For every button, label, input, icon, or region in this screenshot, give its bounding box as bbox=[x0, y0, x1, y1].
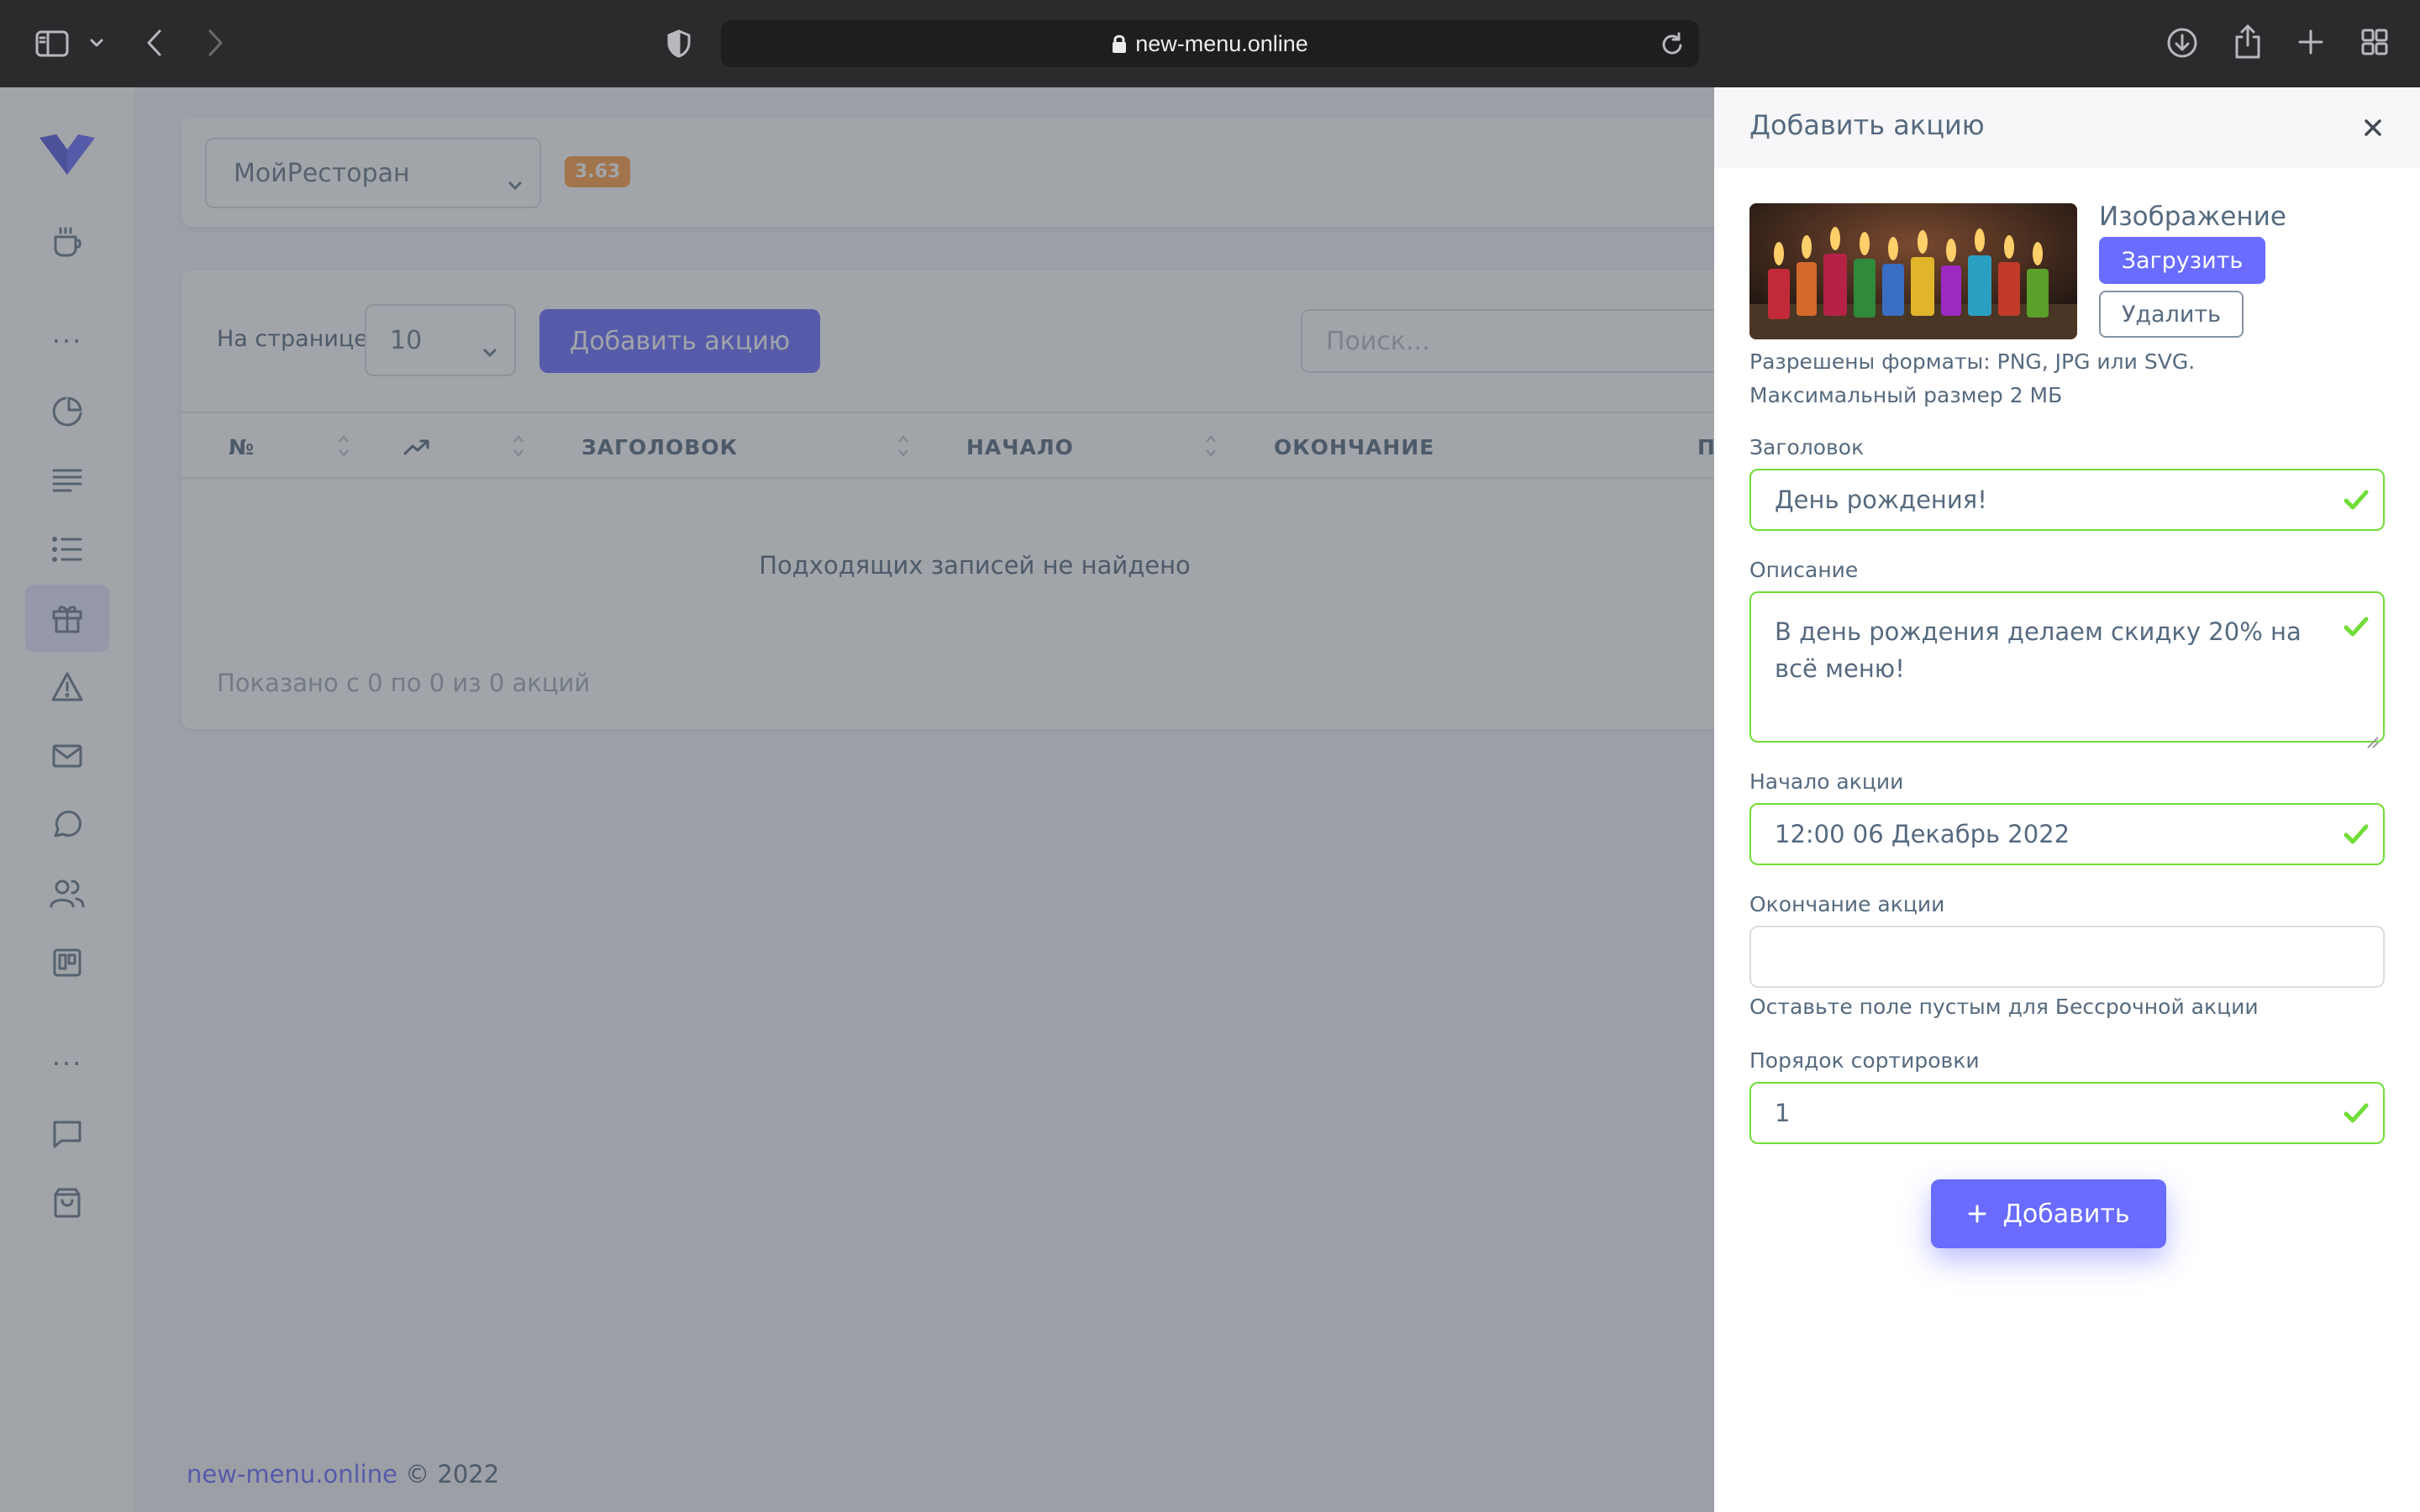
plus-icon bbox=[1968, 1205, 1986, 1223]
url-text: new-menu.online bbox=[1135, 30, 1308, 56]
end-date-input[interactable] bbox=[1749, 926, 2385, 988]
upload-button[interactable]: Загрузить bbox=[2099, 237, 2265, 284]
promotion-image-preview bbox=[1749, 203, 2077, 339]
back-icon[interactable] bbox=[138, 24, 171, 62]
share-icon[interactable] bbox=[2228, 20, 2267, 62]
start-date-value: 12:00 06 Декабрь 2022 bbox=[1775, 820, 2070, 848]
shield-icon[interactable] bbox=[662, 25, 696, 62]
lock-icon bbox=[1113, 34, 1127, 53]
submit-add-label: Добавить bbox=[2002, 1199, 2130, 1229]
address-bar[interactable]: new-menu.online bbox=[721, 20, 1699, 67]
check-icon bbox=[2343, 1100, 2370, 1126]
reload-icon[interactable] bbox=[1657, 29, 1687, 59]
description-value: В день рождения делаем скидку 20% на всё… bbox=[1775, 617, 2302, 683]
add-promotion-panel: Добавить акцию Изображение Загрузить Уда… bbox=[1714, 87, 2420, 1512]
delete-image-button[interactable]: Удалить bbox=[2099, 291, 2244, 338]
download-icon[interactable] bbox=[2163, 24, 2202, 62]
submit-add-button[interactable]: Добавить bbox=[1931, 1179, 2166, 1248]
formats-hint: Разрешены форматы: PNG, JPG или SVG. bbox=[1749, 349, 2196, 374]
chevron-down-icon[interactable] bbox=[86, 32, 108, 54]
end-date-hint: Оставьте поле пустым для Бессрочной акци… bbox=[1749, 995, 2259, 1019]
start-label: Начало акции bbox=[1749, 769, 1904, 794]
new-tab-icon[interactable] bbox=[2292, 24, 2329, 60]
close-icon[interactable] bbox=[2356, 111, 2390, 144]
resize-handle-icon[interactable] bbox=[2365, 722, 2380, 748]
panel-header: Добавить акцию bbox=[1714, 87, 2420, 168]
check-icon bbox=[2343, 821, 2370, 848]
sort-order-value: 1 bbox=[1775, 1099, 1791, 1127]
size-hint: Максимальный размер 2 МБ bbox=[1749, 383, 2063, 407]
description-textarea[interactable]: В день рождения делаем скидку 20% на всё… bbox=[1749, 591, 2385, 748]
description-label: Описание bbox=[1749, 558, 1859, 582]
tab-overview-icon[interactable] bbox=[2356, 24, 2393, 60]
start-date-input[interactable]: 12:00 06 Декабрь 2022 bbox=[1749, 803, 2385, 865]
check-icon bbox=[2343, 486, 2370, 513]
title-input[interactable]: День рождения! bbox=[1749, 469, 2385, 531]
image-label: Изображение bbox=[2099, 202, 2286, 232]
end-label: Окончание акции bbox=[1749, 892, 1945, 916]
sidebar-toggle-icon[interactable] bbox=[32, 25, 72, 62]
forward-icon[interactable] bbox=[198, 24, 232, 62]
sort-order-input[interactable]: 1 bbox=[1749, 1082, 2385, 1144]
browser-toolbar: new-menu.online bbox=[0, 0, 2420, 87]
sort-order-label: Порядок сортировки bbox=[1749, 1048, 1980, 1073]
check-icon bbox=[2343, 613, 2370, 640]
title-label: Заголовок bbox=[1749, 435, 1865, 459]
panel-title: Добавить акцию bbox=[1749, 109, 1985, 141]
modal-backdrop[interactable] bbox=[0, 87, 1714, 1512]
title-value: День рождения! bbox=[1775, 486, 1987, 514]
